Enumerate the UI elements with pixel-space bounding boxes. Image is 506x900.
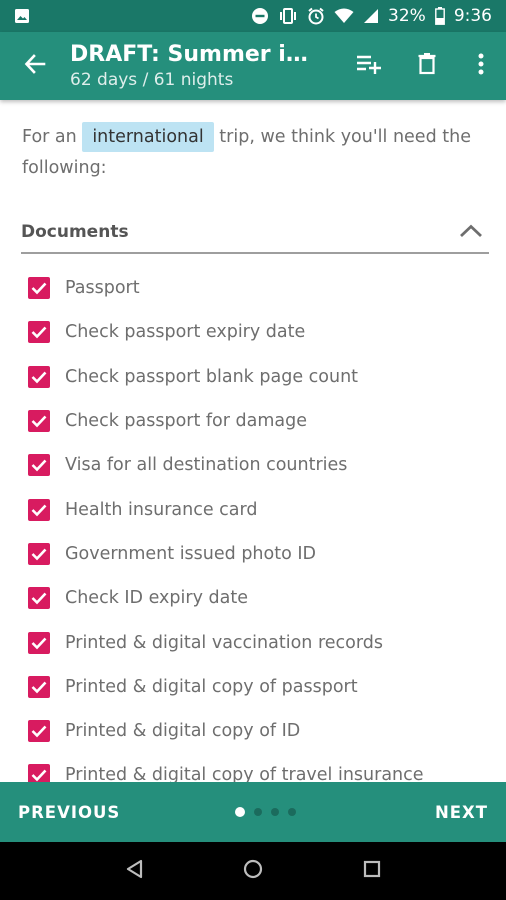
signal-icon bbox=[363, 8, 379, 24]
clock: 9:36 bbox=[453, 6, 492, 26]
back-button[interactable] bbox=[0, 32, 70, 100]
wifi-icon bbox=[334, 8, 354, 24]
item-label: Check passport for damage bbox=[65, 411, 308, 432]
checkbox[interactable] bbox=[28, 454, 50, 477]
item-label: Government issued photo ID bbox=[65, 543, 316, 564]
nav-recents-icon[interactable] bbox=[363, 860, 381, 882]
checkbox[interactable] bbox=[28, 764, 50, 782]
previous-button[interactable]: PREVIOUS bbox=[0, 803, 138, 822]
list-item[interactable]: Printed & digital copy of passport bbox=[0, 665, 506, 709]
page-indicator bbox=[138, 807, 417, 817]
delete-button[interactable] bbox=[398, 32, 456, 100]
checkbox[interactable] bbox=[28, 321, 50, 344]
checkbox[interactable] bbox=[28, 631, 50, 654]
more-vert-icon bbox=[478, 53, 484, 79]
page-subtitle: 62 days / 61 nights bbox=[70, 70, 234, 90]
item-label: Printed & digital copy of ID bbox=[65, 721, 301, 742]
list-item[interactable]: Check passport blank page count bbox=[0, 355, 506, 399]
list-item[interactable]: Government issued photo ID bbox=[0, 532, 506, 576]
list-item[interactable]: Printed & digital copy of ID bbox=[0, 709, 506, 753]
checklist: Passport Check passport expiry date Chec… bbox=[0, 254, 506, 782]
intro-text: For an international trip, we think you'… bbox=[0, 100, 506, 184]
list-item[interactable]: Check passport for damage bbox=[0, 399, 506, 443]
intro-prefix: For an bbox=[22, 127, 77, 147]
battery-percent: 32% bbox=[388, 6, 426, 26]
item-label: Printed & digital copy of travel insuran… bbox=[65, 765, 424, 782]
item-label: Check ID expiry date bbox=[65, 588, 248, 609]
playlist-add-icon bbox=[356, 53, 382, 79]
item-label: Health insurance card bbox=[65, 499, 258, 520]
list-item[interactable]: Printed & digital vaccination records bbox=[0, 620, 506, 664]
nav-back-icon[interactable] bbox=[125, 859, 143, 883]
list-item[interactable]: Printed & digital copy of travel insuran… bbox=[0, 753, 506, 782]
nav-home-icon[interactable] bbox=[243, 859, 263, 883]
app-bar: DRAFT: Summer in… 62 days / 61 nights bbox=[0, 32, 506, 100]
checkbox[interactable] bbox=[28, 498, 50, 521]
system-nav-bar bbox=[0, 842, 506, 900]
bottom-nav: PREVIOUS NEXT bbox=[0, 782, 506, 842]
checkbox[interactable] bbox=[28, 410, 50, 433]
item-label: Passport bbox=[65, 278, 140, 299]
page-dot bbox=[254, 808, 263, 816]
item-label: Printed & digital copy of passport bbox=[65, 676, 358, 697]
list-item[interactable]: Visa for all destination countries bbox=[0, 443, 506, 487]
section-header-documents[interactable]: Documents bbox=[21, 212, 489, 254]
delete-icon bbox=[418, 53, 436, 79]
checkbox[interactable] bbox=[28, 365, 50, 388]
chevron-up-icon[interactable] bbox=[459, 223, 483, 242]
more-options-button[interactable] bbox=[456, 32, 506, 100]
item-label: Printed & digital vaccination records bbox=[65, 632, 383, 653]
page-title: DRAFT: Summer in… bbox=[70, 42, 310, 67]
battery-icon bbox=[434, 7, 445, 25]
checkbox[interactable] bbox=[28, 720, 50, 743]
item-label: Visa for all destination countries bbox=[65, 455, 348, 476]
add-to-list-button[interactable] bbox=[340, 32, 398, 100]
alarm-icon bbox=[307, 7, 325, 25]
checkbox[interactable] bbox=[28, 542, 50, 565]
arrow-back-icon bbox=[24, 53, 46, 79]
list-item[interactable]: Check ID expiry date bbox=[0, 576, 506, 620]
page-dot-active bbox=[235, 807, 246, 817]
item-label: Check passport expiry date bbox=[65, 322, 306, 343]
list-item[interactable]: Passport bbox=[0, 266, 506, 310]
checkbox[interactable] bbox=[28, 675, 50, 698]
section-label: Documents bbox=[21, 222, 129, 242]
checkbox[interactable] bbox=[28, 277, 50, 300]
checkbox[interactable] bbox=[28, 587, 50, 610]
content: For an international trip, we think you'… bbox=[0, 100, 506, 782]
app-bar-titles: DRAFT: Summer in… 62 days / 61 nights bbox=[70, 41, 340, 91]
list-item[interactable]: Health insurance card bbox=[0, 487, 506, 531]
image-icon bbox=[14, 8, 30, 24]
page-dot bbox=[288, 808, 297, 816]
item-label: Check passport blank page count bbox=[65, 366, 359, 387]
dnd-icon bbox=[251, 7, 269, 25]
trip-type-chip[interactable]: international bbox=[82, 122, 214, 152]
vibrate-icon bbox=[278, 7, 298, 25]
page-dot bbox=[271, 808, 280, 816]
status-bar: 32% 9:36 bbox=[0, 0, 506, 32]
list-item[interactable]: Check passport expiry date bbox=[0, 310, 506, 354]
next-button[interactable]: NEXT bbox=[417, 803, 506, 822]
